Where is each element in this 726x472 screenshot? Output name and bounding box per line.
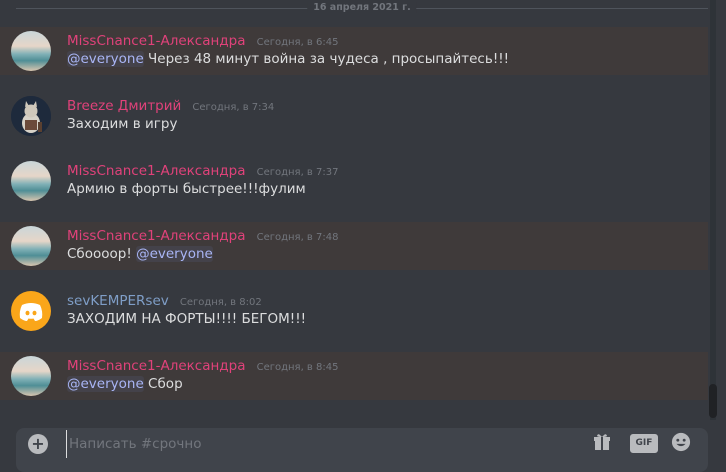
message-text: Через 48 минут война за чудеса , просыпа… [143,51,510,67]
message-header: MissCnance1-Александра Сегодня, в 8:45 [67,355,338,374]
author-name[interactable]: sevKEMPERsev [67,293,169,309]
message-composer: + GIF [16,428,708,472]
date-divider: 16 апреля 2021 г. [16,0,708,18]
message-item: MissCnance1-Александра Сегодня, в 7:48 С… [0,222,708,270]
timestamp: Сегодня, в 7:48 [256,232,339,243]
message-header: MissCnance1-Александра Сегодня, в 7:37 [67,160,338,179]
avatar[interactable] [11,161,51,201]
avatar[interactable] [11,226,51,266]
message-item: sevKEMPERsev Сегодня, в 8:02 ЗАХОДИМ НА … [0,287,708,335]
message-item: MissCnance1-Александра Сегодня, в 6:45 @… [0,27,708,75]
message-header: sevKEMPERsev Сегодня, в 8:02 [67,290,262,309]
author-name[interactable]: MissCnance1-Александра [67,358,246,374]
message-text: Сбор [143,376,183,392]
avatar-image [11,96,51,136]
message-header: Breeze Дмитрий Сегодня, в 7:34 [67,95,274,114]
mention[interactable]: @everyone [67,51,144,67]
message-content: @everyone Через 48 минут война за чудеса… [67,51,509,67]
timestamp: Сегодня, в 8:02 [179,297,262,308]
message-text: Армию в форты быстрее!!!фулим [67,181,306,197]
avatar[interactable] [11,96,51,136]
mention[interactable]: @everyone [67,376,144,392]
gift-icon[interactable] [592,432,612,452]
timestamp: Сегодня, в 8:45 [256,362,339,373]
message-item: MissCnance1-Александра Сегодня, в 8:45 @… [0,352,708,400]
message-content: @everyone Сбор [67,376,183,392]
message-content: Сбоооор! @everyone [67,246,213,262]
discord-logo-icon [19,303,43,321]
message-text: Сбоооор! [67,246,137,262]
mention[interactable]: @everyone [136,246,213,262]
timestamp: Сегодня, в 6:45 [256,37,339,48]
author-name[interactable]: MissCnance1-Александра [67,33,246,49]
message-item: Breeze Дмитрий Сегодня, в 7:34 Заходим в… [0,92,708,140]
message-item: MissCnance1-Александра Сегодня, в 7:37 А… [0,157,708,205]
gif-icon[interactable]: GIF [630,434,658,453]
scrollbar-thumb[interactable] [709,384,717,418]
timestamp: Сегодня, в 7:37 [256,167,339,178]
message-input[interactable] [66,430,551,458]
date-divider-label: 16 апреля 2021 г. [307,2,417,13]
message-text: Заходим в игру [67,116,178,132]
author-name[interactable]: MissCnance1-Александра [67,228,246,244]
message-text: ЗАХОДИМ НА ФОРТЫ!!!! БЕГОМ!!! [67,311,307,327]
avatar[interactable] [11,31,51,71]
message-header: MissCnance1-Александра Сегодня, в 7:48 [67,225,338,244]
author-name[interactable]: Breeze Дмитрий [67,98,181,114]
emoji-icon[interactable] [670,432,692,452]
timestamp: Сегодня, в 7:34 [192,102,275,113]
avatar[interactable] [11,291,51,331]
avatar[interactable] [11,356,51,396]
scrollbar-track[interactable] [710,0,716,420]
message-header: MissCnance1-Александра Сегодня, в 6:45 [67,30,338,49]
author-name[interactable]: MissCnance1-Александра [67,163,246,179]
plus-icon[interactable]: + [28,434,48,454]
